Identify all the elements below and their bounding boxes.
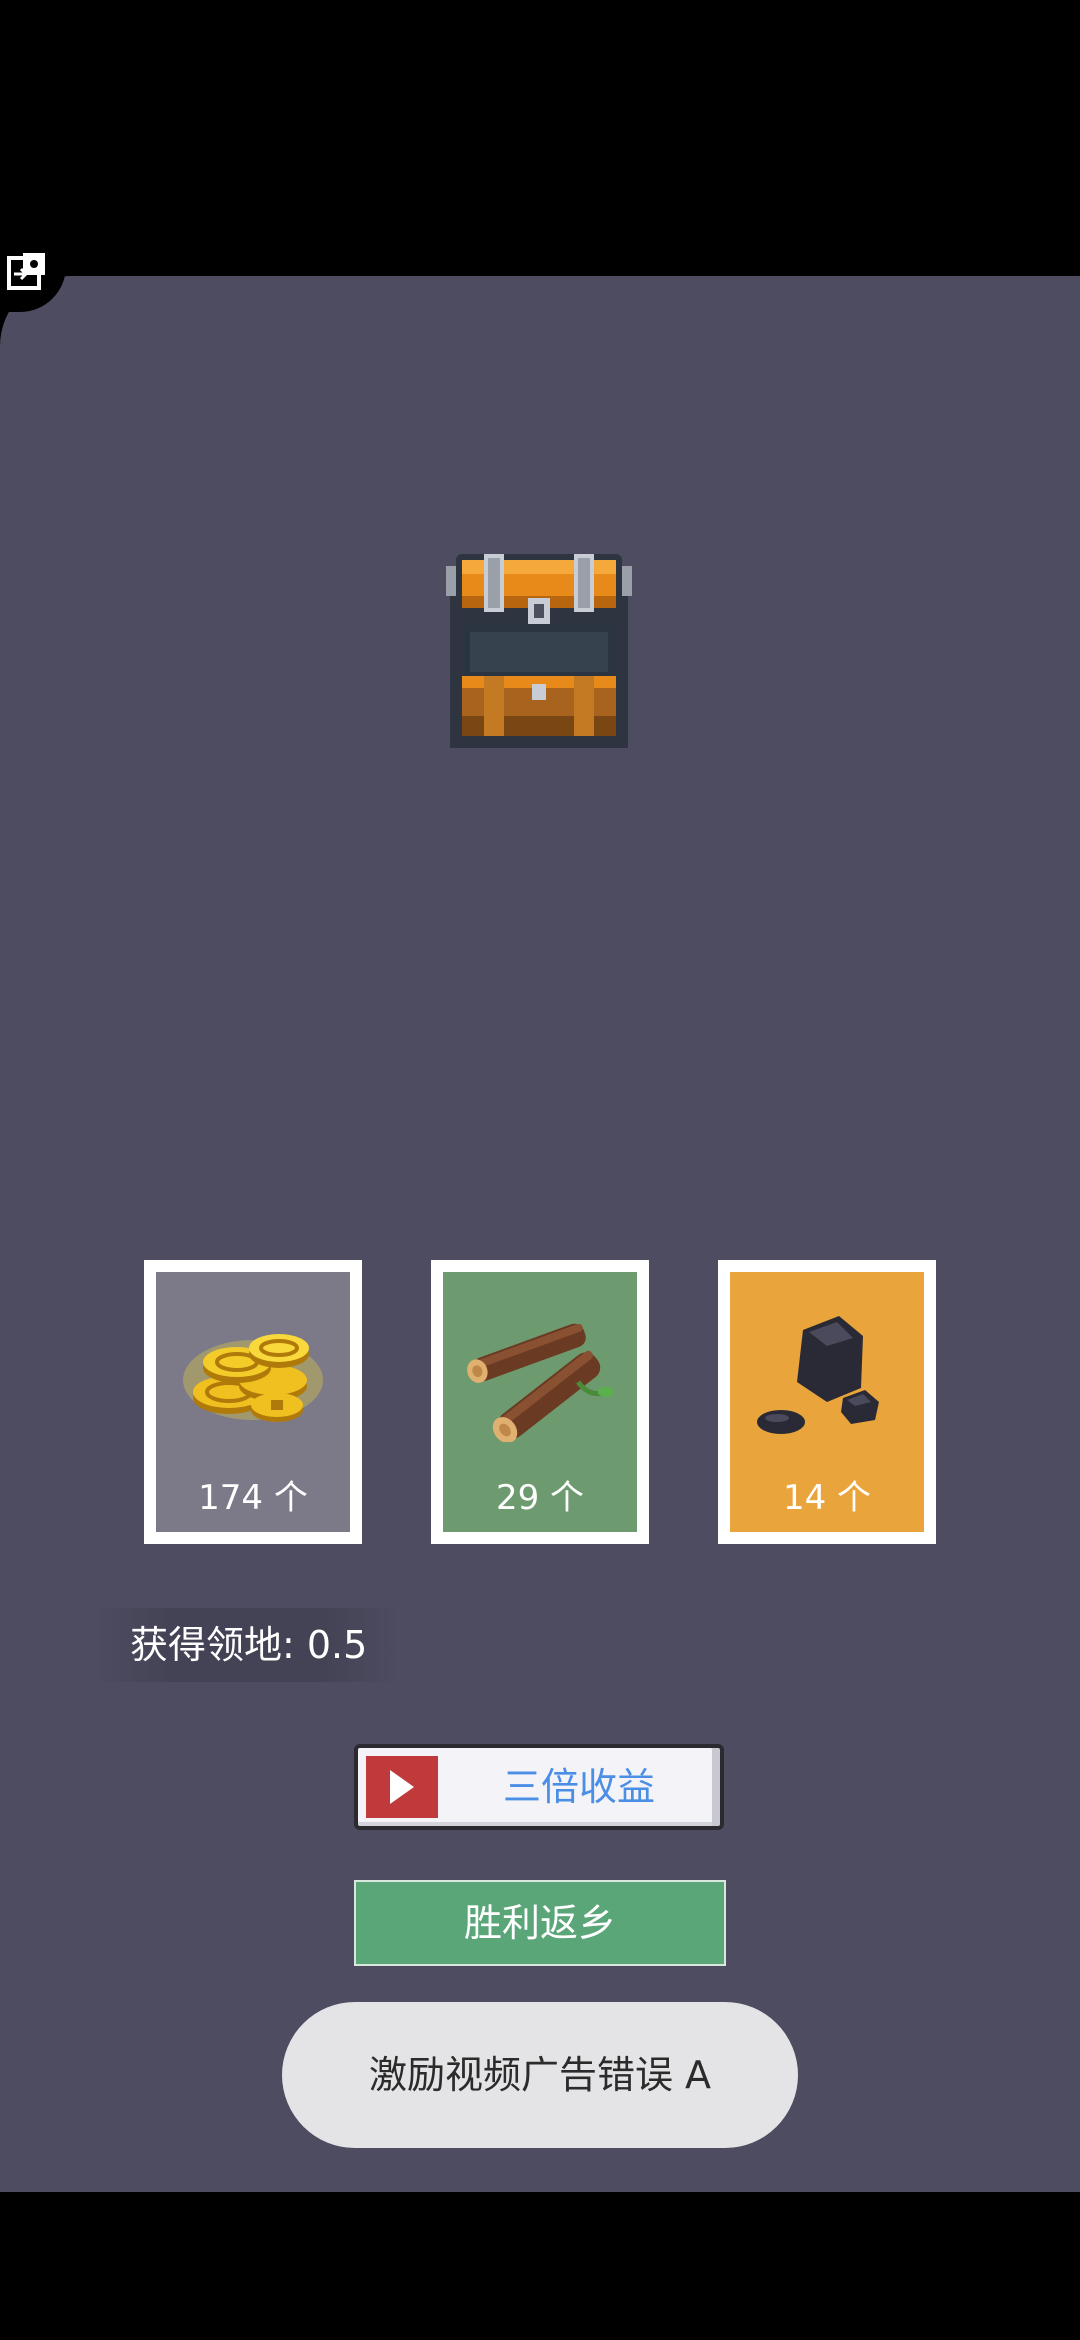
reward-count-coal: 14 个 (782, 1478, 872, 1518)
triple-reward-label: 三倍收益 (502, 1765, 655, 1809)
puzzle-exit-icon[interactable] (6, 250, 50, 294)
reward-count-coins: 174 个 (198, 1478, 308, 1518)
toast-message: 激励视频广告错误 A (282, 2002, 798, 2148)
reward-card-wood-bg: 29 个 (443, 1272, 637, 1532)
play-video-icon (390, 1770, 414, 1804)
victory-return-button[interactable]: 胜利返乡 (354, 1880, 726, 1966)
screen: 174 个 29 个 14 个 获得领地: 0.5 三倍收益 胜利返乡 激励视频… (0, 0, 1080, 2340)
reward-count-wood: 29 个 (495, 1478, 585, 1518)
reward-card-coal-bg: 14 个 (730, 1272, 924, 1532)
wood-logs-icon (467, 1323, 614, 1442)
coal-stone-icon (757, 1316, 879, 1434)
gold-coins-icon (183, 1334, 323, 1422)
treasure-chest-icon (446, 554, 632, 748)
triple-reward-button[interactable]: 三倍收益 (354, 1744, 724, 1830)
territory-label: 获得领地: 0.5 (94, 1608, 400, 1682)
reward-card-coal: 14 个 (718, 1260, 936, 1544)
reward-card-coins-bg: 174 个 (156, 1272, 350, 1532)
play-video-box (366, 1756, 438, 1818)
reward-card-wood: 29 个 (431, 1260, 649, 1544)
reward-card-coins: 174 个 (144, 1260, 362, 1544)
